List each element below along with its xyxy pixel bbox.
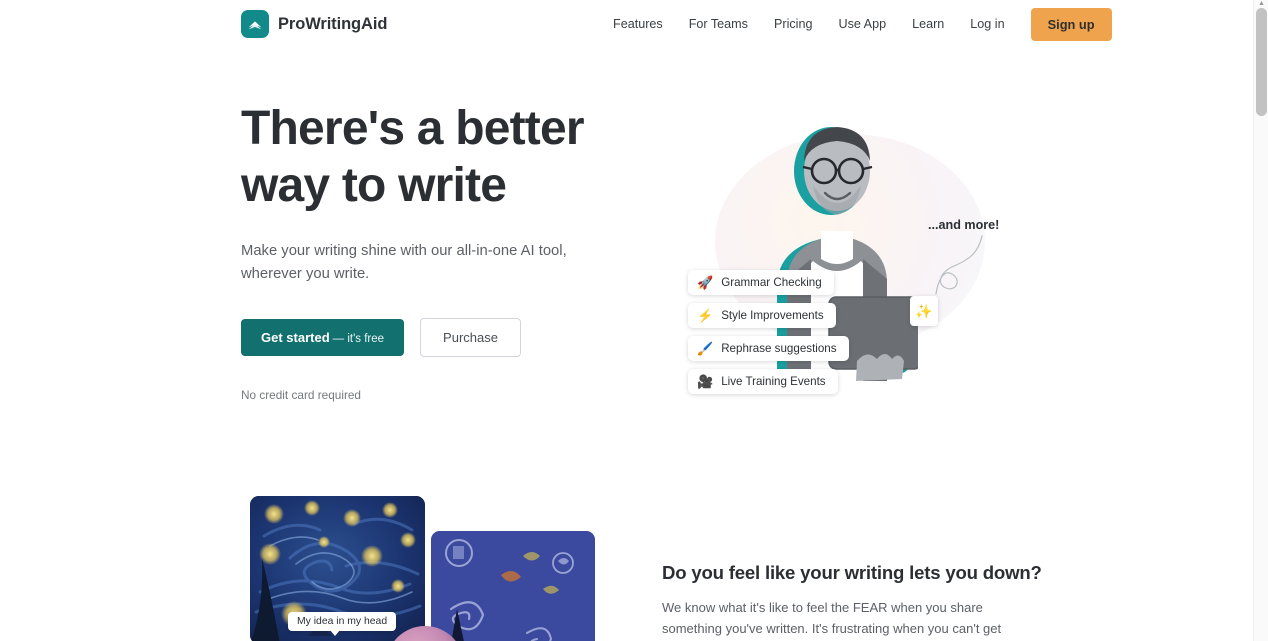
- chip-label: Grammar Checking: [721, 276, 822, 289]
- page-root: ProWritingAid Features For Teams Pricing…: [0, 0, 1268, 641]
- nav-learn[interactable]: Learn: [899, 10, 957, 38]
- chip-grammar-checking: 🚀 Grammar Checking: [688, 270, 834, 295]
- writing-lets-you-down-section: My idea in my head Do you feel like your…: [0, 470, 1253, 641]
- get-started-label: Get started: [261, 330, 330, 345]
- scroll-up-arrow-icon[interactable]: ▲: [1257, 0, 1266, 8]
- book-pages-icon: [241, 10, 269, 38]
- hero-copy: There's a better way to write Make your …: [241, 100, 641, 402]
- nav-pricing[interactable]: Pricing: [761, 10, 826, 38]
- sign-up-button[interactable]: Sign up: [1030, 7, 1112, 41]
- nav-for-teams[interactable]: For Teams: [676, 10, 761, 38]
- get-started-button[interactable]: Get started — it's free: [241, 319, 405, 356]
- brand-name: ProWritingAid: [278, 14, 388, 33]
- chip-label: Style Improvements: [721, 309, 824, 322]
- chip-label: Live Training Events: [721, 375, 826, 388]
- hero-cta-group: Get started — it's free Purchase: [241, 318, 641, 357]
- squiggle-pointer-icon: [935, 235, 983, 295]
- crude-drawing-image: [431, 531, 595, 641]
- hero-section: There's a better way to write Make your …: [0, 48, 1253, 488]
- paintbrush-icon: 🖌️: [697, 341, 714, 356]
- and-more-label: ...and more!: [928, 218, 1000, 232]
- main-navigation: Features For Teams Pricing Use App Learn…: [600, 0, 1112, 48]
- nav-log-in[interactable]: Log in: [957, 10, 1017, 38]
- idea-vs-reality-illustration: My idea in my head: [241, 496, 631, 641]
- video-camera-icon: 🎥: [697, 374, 714, 389]
- my-idea-caption: My idea in my head: [288, 612, 397, 636]
- feature-chip-list: 🚀 Grammar Checking ⚡ Style Improvements …: [688, 270, 849, 394]
- section2-body: We know what it's like to feel the FEAR …: [662, 600, 1002, 636]
- purchase-button[interactable]: Purchase: [420, 318, 521, 357]
- section2-copy: Do you feel like your writing lets you d…: [662, 562, 1042, 641]
- lightning-icon: ⚡: [697, 308, 714, 323]
- hero-illustration: ...and more! 🚀 Grammar Checking ⚡ Style …: [660, 106, 1010, 436]
- hero-title: There's a better way to write: [241, 100, 641, 214]
- hero-title-line-2: way to write: [241, 159, 507, 212]
- chip-live-training-events: 🎥 Live Training Events: [688, 369, 838, 394]
- chip-style-improvements: ⚡ Style Improvements: [688, 303, 836, 328]
- hero-title-line-1: There's a better: [241, 102, 585, 155]
- chip-rephrase-suggestions: 🖌️ Rephrase suggestions: [688, 336, 849, 361]
- nav-use-app[interactable]: Use App: [825, 10, 899, 38]
- sparkles-icon: ✨: [910, 296, 938, 326]
- hero-subtitle: Make your writing shine with our all-in-…: [241, 243, 567, 282]
- section2-heading: Do you feel like your writing lets you d…: [662, 562, 1042, 583]
- rocket-icon: 🚀: [697, 275, 714, 290]
- chip-label: Rephrase suggestions: [721, 342, 837, 355]
- vertical-scrollbar[interactable]: ▲: [1253, 0, 1268, 641]
- site-header: ProWritingAid Features For Teams Pricing…: [0, 0, 1253, 48]
- vertical-scroll-thumb[interactable]: [1256, 8, 1267, 116]
- no-credit-card-note: No credit card required: [241, 388, 361, 402]
- brand-logo[interactable]: ProWritingAid: [241, 10, 387, 38]
- nav-features[interactable]: Features: [600, 10, 676, 38]
- get-started-free-note: — it's free: [332, 333, 385, 345]
